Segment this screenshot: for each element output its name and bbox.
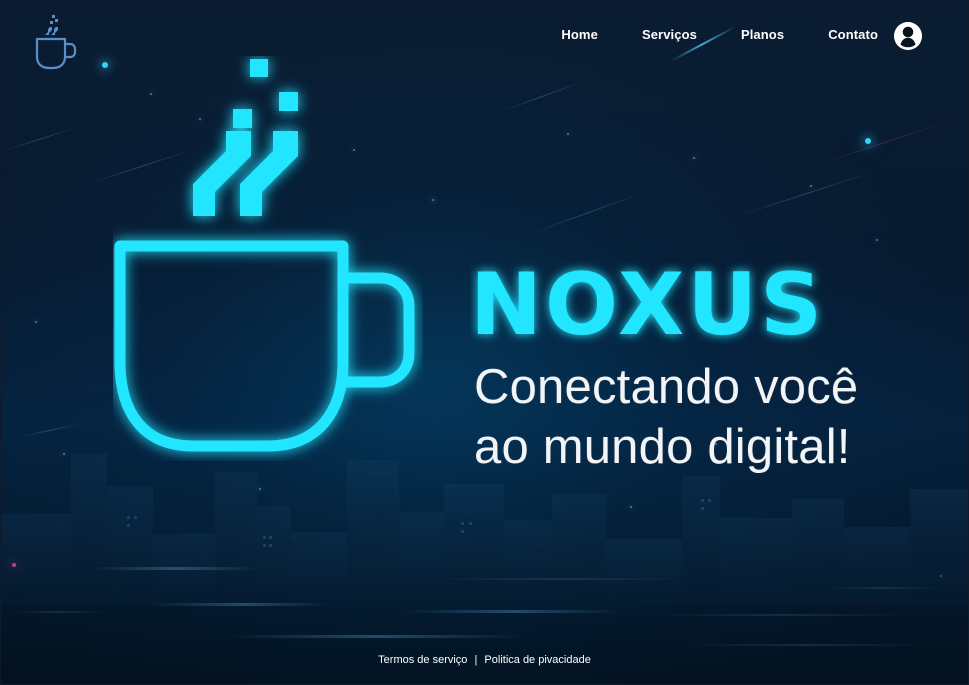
building-window [708,499,711,502]
building [291,532,347,604]
building-window [134,516,137,519]
building [1,514,71,604]
footer-separator: | [474,654,478,666]
light-streak [500,80,586,112]
building [347,460,399,604]
coffee-cup-icon [114,59,415,452]
hero-mug-illustration [113,56,423,461]
floor-line [91,567,261,570]
terms-link[interactable]: Termos de serviço [378,654,467,666]
floor-line [227,635,527,638]
building [71,454,107,604]
star-dot [810,185,812,187]
profile-button[interactable] [894,22,922,50]
star-dot [432,199,434,201]
privacy-link[interactable]: Politica de pivacidade [484,654,590,666]
building [504,520,552,604]
footer-links: Termos de serviço | Politica de pivacida… [1,653,968,667]
star-dot [35,321,37,323]
floor-line [653,614,913,616]
building [399,512,444,604]
floor-line [403,610,623,613]
building [444,484,504,604]
glow-dot [102,62,108,68]
building-window [127,524,130,527]
building-window [127,516,130,519]
floor-line [11,611,106,613]
building [552,494,606,604]
building-window [263,536,266,539]
building-window [461,530,464,533]
star-dot [567,133,569,135]
brand-logo[interactable] [31,13,81,73]
nav-home-link[interactable]: Home [561,25,598,45]
coffee-cup-icon [35,15,77,70]
glow-dot [865,138,871,144]
floor-line [431,578,691,580]
floor-line [826,587,941,589]
building-window [461,522,464,525]
building [844,527,910,604]
light-streak [816,120,951,165]
star-dot [876,239,878,241]
light-streak [530,191,644,234]
light-streak [1,126,79,152]
building [257,506,291,604]
hero-tagline: Conectando você ao mundo digital! [474,357,914,477]
building [682,476,720,604]
building-window [701,507,704,510]
brand-wordmark: NOXUS [470,250,900,360]
floor-line [681,644,931,646]
building [215,472,257,604]
brand-text: NOXUS [470,255,825,355]
tagline-line-2: ao mundo digital! [474,420,851,474]
nav-planos-link[interactable]: Planos [741,25,784,45]
building-window [269,536,272,539]
user-icon [894,22,922,50]
main-nav: Home Serviços Planos Contato [561,25,878,45]
landing-page: Home Serviços Planos Contato NOXUS Conec… [0,0,969,685]
brand-title: NOXUS [470,255,825,355]
building-window [269,544,272,547]
light-streak [735,169,879,217]
building [606,539,682,604]
floor-line [151,603,331,606]
building [107,486,153,604]
nav-contato-link[interactable]: Contato [828,25,878,45]
building-window [469,522,472,525]
building-window [263,544,266,547]
nav-servicos-link[interactable]: Serviços [642,25,697,45]
building-window [701,499,704,502]
star-dot [693,157,695,159]
tagline-line-1: Conectando você [474,360,859,414]
building [720,518,792,604]
